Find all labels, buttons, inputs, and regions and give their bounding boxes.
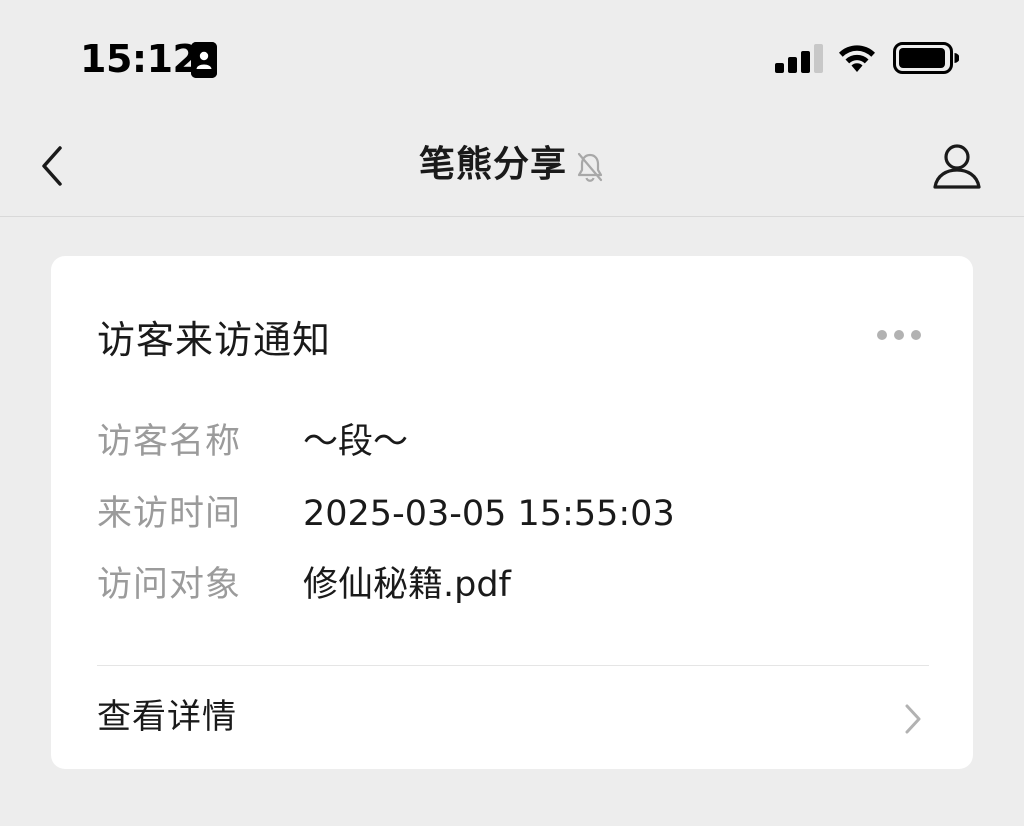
chat-title: 笔熊分享 [418, 144, 567, 185]
visitor-notification-card: 访客来访通知 访客名称 ～段～ 来访时间 2025-03-05 15:55:03… [51, 256, 973, 769]
visit-time-value: 2025-03-05 15:55:03 [303, 494, 675, 534]
status-time: 15:12 [80, 37, 199, 81]
visit-time-row: 来访时间 2025-03-05 15:55:03 [97, 489, 917, 539]
badge-icon [191, 42, 217, 78]
mute-icon [575, 151, 605, 183]
chat-header: 笔熊分享 [0, 118, 1024, 217]
chat-title-group: 笔熊分享 [0, 140, 1024, 190]
more-icon[interactable] [877, 328, 921, 342]
view-details-label: 查看详情 [97, 697, 237, 737]
battery-icon [893, 42, 960, 74]
signal-icon [775, 44, 823, 73]
status-bar: 15:12 [0, 0, 1024, 118]
wifi-icon [836, 40, 878, 74]
chevron-right-icon [903, 702, 923, 736]
visit-object-row: 访问对象 修仙秘籍.pdf [97, 560, 917, 610]
visitor-name-row: 访客名称 ～段～ [97, 417, 917, 467]
card-title: 访客来访通知 [97, 318, 332, 362]
profile-icon[interactable] [931, 140, 983, 192]
visit-time-label: 来访时间 [97, 494, 242, 534]
visit-object-value: 修仙秘籍.pdf [303, 565, 511, 605]
view-details-button[interactable]: 查看详情 [51, 666, 973, 769]
visitor-name-label: 访客名称 [97, 422, 242, 462]
visitor-name-value: ～段～ [303, 422, 409, 462]
visit-object-label: 访问对象 [97, 565, 242, 605]
